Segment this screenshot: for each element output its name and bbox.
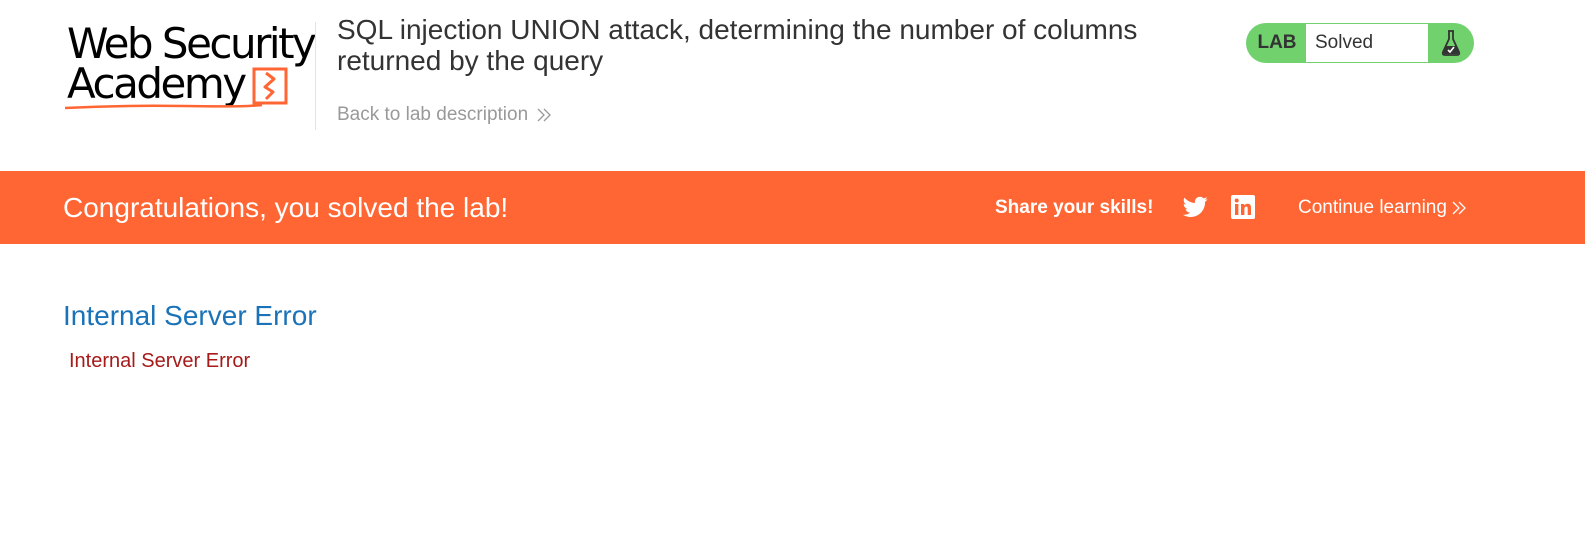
error-heading: Internal Server Error — [63, 300, 317, 331]
status-value: Solved — [1306, 24, 1428, 62]
header-divider — [315, 22, 316, 130]
linkedin-share-link[interactable] — [1231, 195, 1255, 219]
double-chevron-right-icon — [537, 108, 552, 122]
congratulations-message: Congratulations, you solved the lab! — [63, 192, 509, 223]
double-chevron-right-icon — [1452, 201, 1466, 214]
logo-mark-icon — [252, 67, 288, 105]
status-lab-tag: LAB — [1257, 32, 1297, 53]
logo-underline-icon — [64, 103, 263, 110]
lab-title: SQL injection UNION attack, determining … — [337, 14, 1138, 76]
share-skills-label: Share your skills! — [995, 197, 1154, 218]
web-security-academy-logo[interactable]: Web Security Academy — [64, 20, 317, 112]
continue-learning-link[interactable]: Continue learning — [1298, 171, 1467, 244]
logo-text-line2: Academy — [67, 59, 247, 108]
twitter-icon — [1182, 196, 1208, 217]
solved-banner: Congratulations, you solved the lab! Sha… — [0, 171, 1585, 244]
page-header: Web Security Academy SQL injection UNION… — [0, 0, 1585, 171]
back-link-label: Back to lab description — [337, 104, 529, 125]
back-to-lab-description-link[interactable]: Back to lab description — [337, 104, 552, 126]
flask-icon — [1428, 23, 1474, 63]
linkedin-icon — [1231, 195, 1255, 219]
twitter-share-link[interactable] — [1182, 196, 1208, 218]
continue-learning-label: Continue learning — [1298, 197, 1447, 218]
lab-status-widget: LAB Solved — [1246, 23, 1474, 63]
error-message: Internal Server Error — [69, 350, 251, 372]
